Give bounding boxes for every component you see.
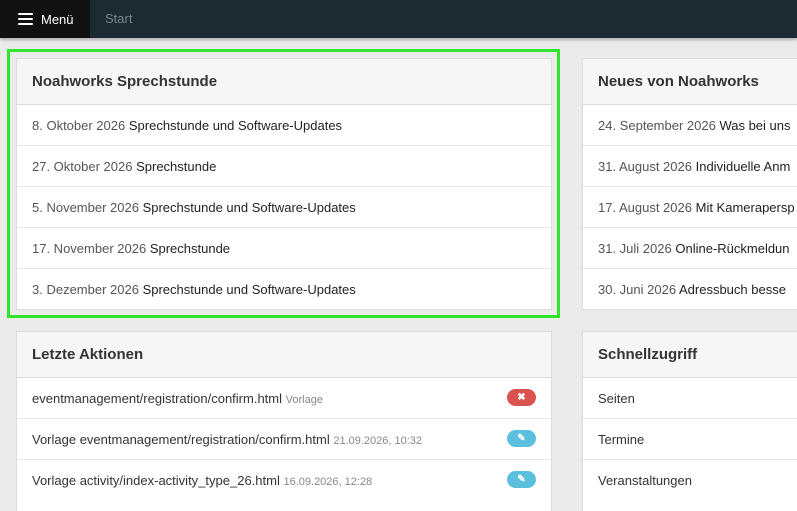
list-item[interactable]: 17. November 2026 Sprechstunde <box>17 228 551 269</box>
panel-title: Schnellzugriff <box>583 332 797 378</box>
action-meta: 16.09.2026, 12:28 <box>283 476 373 488</box>
action-meta: Vorlage <box>285 394 323 406</box>
top-navbar: Menü Start <box>0 0 797 38</box>
list-item[interactable]: 24. September 2026 Was bei uns <box>583 105 797 146</box>
quick-link-seiten[interactable]: Seiten <box>583 378 797 419</box>
action-text[interactable]: Vorlage activity/index-activity_type_26.… <box>32 473 280 488</box>
list-item[interactable]: Vorlage activity/index-activity_type_26.… <box>17 460 551 501</box>
list-item[interactable]: 31. Juli 2026 Online-Rückmeldun <box>583 228 797 269</box>
panel-title: Letzte Aktionen <box>17 332 551 378</box>
list-item[interactable]: 30. Juni 2026 Adressbuch besse <box>583 269 797 309</box>
list-item[interactable]: 27. Oktober 2026 Sprechstunde <box>17 146 551 187</box>
list-item[interactable]: 8. Oktober 2026 Sprechstunde und Softwar… <box>17 105 551 146</box>
list-item[interactable]: 5. November 2026 Sprechstunde und Softwa… <box>17 187 551 228</box>
quick-link-veranstaltungen[interactable]: Veranstaltungen <box>583 460 797 501</box>
panel-title: Neues von Noahworks <box>583 59 797 105</box>
list-item[interactable]: Vorlage eventmanagement/registration/con… <box>17 419 551 460</box>
start-link[interactable]: Start <box>105 0 132 38</box>
quick-link-termine[interactable]: Termine <box>583 419 797 460</box>
delete-icon[interactable]: ✖ <box>507 389 536 406</box>
action-text[interactable]: eventmanagement/registration/confirm.htm… <box>32 391 282 406</box>
menu-button[interactable]: Menü <box>0 0 90 38</box>
list-item[interactable]: 17. August 2026 Mit Kamerapersp <box>583 187 797 228</box>
edit-icon[interactable]: ✎ <box>507 471 536 488</box>
schnellzugriff-panel: Schnellzugriff Seiten Termine Veranstalt… <box>582 331 797 511</box>
panel-title: Noahworks Sprechstunde <box>17 59 551 105</box>
action-meta: 21.09.2026, 10:32 <box>333 435 423 447</box>
menu-label: Menü <box>41 11 74 27</box>
sprechstunde-panel: Noahworks Sprechstunde 8. Oktober 2026 S… <box>16 58 552 310</box>
edit-icon[interactable]: ✎ <box>507 430 536 447</box>
list-item[interactable]: 3. Dezember 2026 Sprechstunde und Softwa… <box>17 269 551 309</box>
aktionen-panel: Letzte Aktionen eventmanagement/registra… <box>16 331 552 511</box>
hamburger-icon <box>18 13 33 25</box>
action-text[interactable]: Vorlage eventmanagement/registration/con… <box>32 432 330 447</box>
neues-panel: Neues von Noahworks 24. September 2026 W… <box>582 58 797 310</box>
list-item[interactable]: eventmanagement/registration/confirm.htm… <box>17 378 551 419</box>
list-item[interactable]: 31. August 2026 Individuelle Anm <box>583 146 797 187</box>
